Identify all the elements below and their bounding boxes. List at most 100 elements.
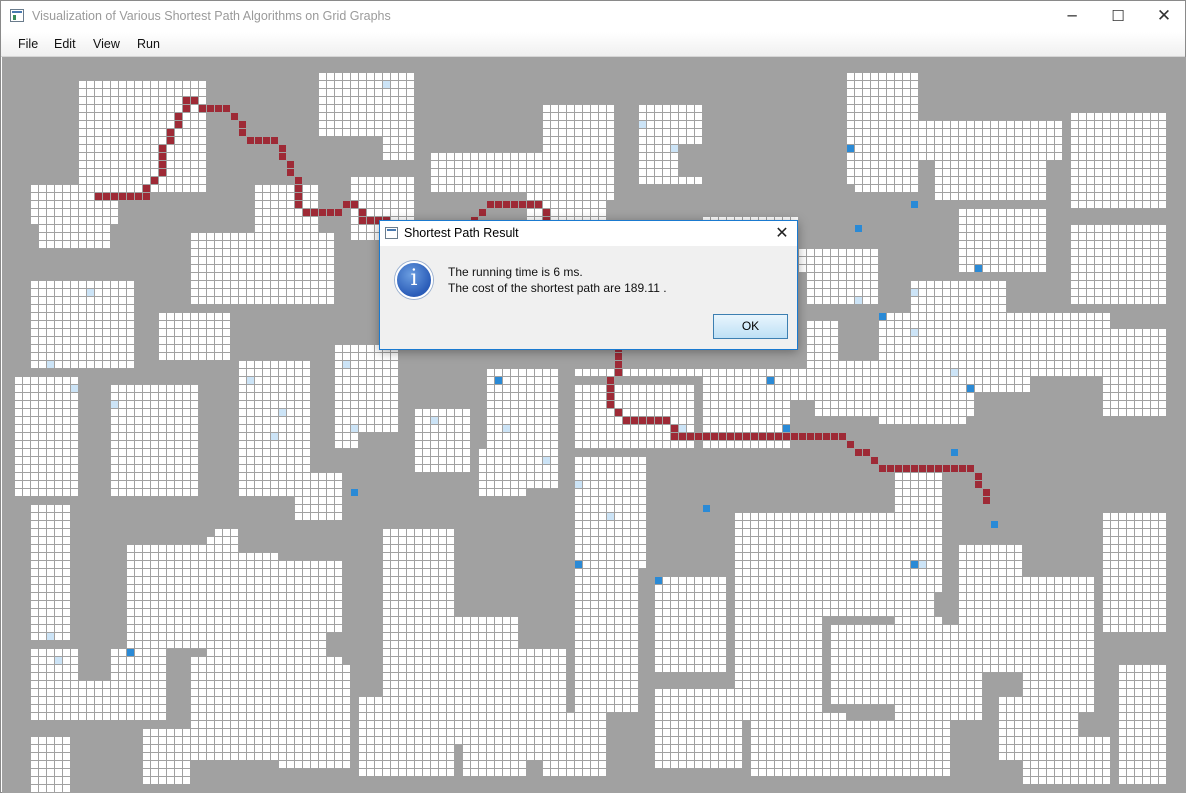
grid-cell[interactable] — [543, 137, 550, 144]
grid-cell[interactable] — [271, 753, 278, 760]
grid-cell[interactable] — [407, 73, 414, 80]
grid-cell[interactable] — [263, 369, 270, 376]
grid-cell[interactable] — [335, 97, 342, 104]
grid-cell[interactable] — [311, 193, 318, 200]
grid-cell[interactable] — [175, 161, 182, 168]
grid-cell[interactable] — [183, 441, 190, 448]
grid-cell[interactable] — [847, 577, 854, 584]
grid-cell[interactable] — [207, 689, 214, 696]
grid-cell[interactable] — [663, 401, 670, 408]
grid-cell[interactable] — [271, 441, 278, 448]
grid-cell[interactable] — [591, 537, 598, 544]
grid-cell[interactable] — [159, 561, 166, 568]
grid-cell[interactable] — [687, 737, 694, 744]
grid-cell[interactable] — [543, 401, 550, 408]
grid-cell[interactable] — [759, 689, 766, 696]
grid-cell[interactable] — [167, 417, 174, 424]
path-cell[interactable] — [151, 177, 158, 184]
grid-cell[interactable] — [391, 641, 398, 648]
grid-cell[interactable] — [271, 209, 278, 216]
grid-cell[interactable] — [575, 649, 582, 656]
grid-cell[interactable] — [847, 105, 854, 112]
grid-cell[interactable] — [191, 257, 198, 264]
grid-cell[interactable] — [47, 457, 54, 464]
grid-cell[interactable] — [47, 577, 54, 584]
grid-cell[interactable] — [143, 129, 150, 136]
grid-cell[interactable] — [95, 89, 102, 96]
grid-cell[interactable] — [655, 593, 662, 600]
grid-cell[interactable] — [599, 417, 606, 424]
grid-cell[interactable] — [167, 97, 174, 104]
path-cell[interactable] — [135, 193, 142, 200]
grid-cell[interactable] — [431, 185, 438, 192]
grid-cell[interactable] — [487, 665, 494, 672]
grid-cell[interactable] — [31, 561, 38, 568]
grid-cell[interactable] — [311, 585, 318, 592]
grid-cell[interactable] — [735, 441, 742, 448]
grid-cell[interactable] — [655, 161, 662, 168]
grid-cell[interactable] — [183, 401, 190, 408]
grid-cell[interactable] — [231, 561, 238, 568]
grid-cell[interactable] — [455, 721, 462, 728]
grid-cell[interactable] — [183, 545, 190, 552]
grid-cell[interactable] — [159, 433, 166, 440]
grid-cell[interactable] — [239, 569, 246, 576]
grid-cell[interactable] — [503, 737, 510, 744]
grid-cell[interactable] — [343, 721, 350, 728]
grid-cell[interactable] — [247, 241, 254, 248]
grid-cell[interactable] — [791, 665, 798, 672]
grid-cell[interactable] — [175, 577, 182, 584]
grid-cell[interactable] — [479, 633, 486, 640]
grid-cell[interactable] — [799, 601, 806, 608]
grid-cell[interactable] — [455, 681, 462, 688]
grid-cell[interactable] — [247, 417, 254, 424]
grid-cell[interactable] — [191, 113, 198, 120]
grid-cell[interactable] — [143, 673, 150, 680]
grid-cell[interactable] — [623, 665, 630, 672]
grid-cell[interactable] — [327, 609, 334, 616]
grid-cell[interactable] — [327, 617, 334, 624]
grid-cell[interactable] — [31, 417, 38, 424]
grid-cell[interactable] — [647, 113, 654, 120]
grid-cell[interactable] — [111, 153, 118, 160]
grid-cell[interactable] — [831, 249, 838, 256]
grid-cell[interactable] — [839, 561, 846, 568]
grid-cell[interactable] — [583, 441, 590, 448]
grid-cell[interactable] — [327, 265, 334, 272]
grid-cell[interactable] — [271, 457, 278, 464]
grid-cell[interactable] — [175, 753, 182, 760]
grid-cell[interactable] — [711, 753, 718, 760]
grid-cell[interactable] — [111, 353, 118, 360]
grid-cell[interactable] — [607, 641, 614, 648]
grid-cell[interactable] — [191, 449, 198, 456]
grid-cell[interactable] — [159, 465, 166, 472]
grid-cell[interactable] — [839, 593, 846, 600]
grid-cell[interactable] — [271, 737, 278, 744]
grid-cell[interactable] — [855, 177, 862, 184]
grid-cell[interactable] — [439, 529, 446, 536]
grid-cell[interactable] — [463, 689, 470, 696]
grid-cell[interactable] — [799, 537, 806, 544]
grid-cell[interactable] — [207, 617, 214, 624]
grid-cell[interactable] — [863, 121, 870, 128]
grid-cell[interactable] — [551, 433, 558, 440]
grid-cell[interactable] — [127, 137, 134, 144]
grid-cell[interactable] — [783, 537, 790, 544]
grid-cell[interactable] — [311, 473, 318, 480]
grid-cell[interactable] — [335, 441, 342, 448]
grid-cell[interactable] — [39, 393, 46, 400]
grid-cell[interactable] — [599, 697, 606, 704]
grid-cell[interactable] — [343, 129, 350, 136]
grid-cell[interactable] — [815, 673, 822, 680]
grid-cell[interactable] — [663, 657, 670, 664]
grid-cell[interactable] — [31, 553, 38, 560]
grid-cell[interactable] — [503, 153, 510, 160]
grid-cell[interactable] — [527, 465, 534, 472]
grid-cell[interactable] — [415, 729, 422, 736]
grid-cell[interactable] — [831, 329, 838, 336]
grid-cell[interactable] — [343, 705, 350, 712]
grid-cell[interactable] — [359, 761, 366, 768]
grid-cell[interactable] — [39, 545, 46, 552]
grid-cell[interactable] — [855, 641, 862, 648]
grid-cell[interactable] — [775, 601, 782, 608]
